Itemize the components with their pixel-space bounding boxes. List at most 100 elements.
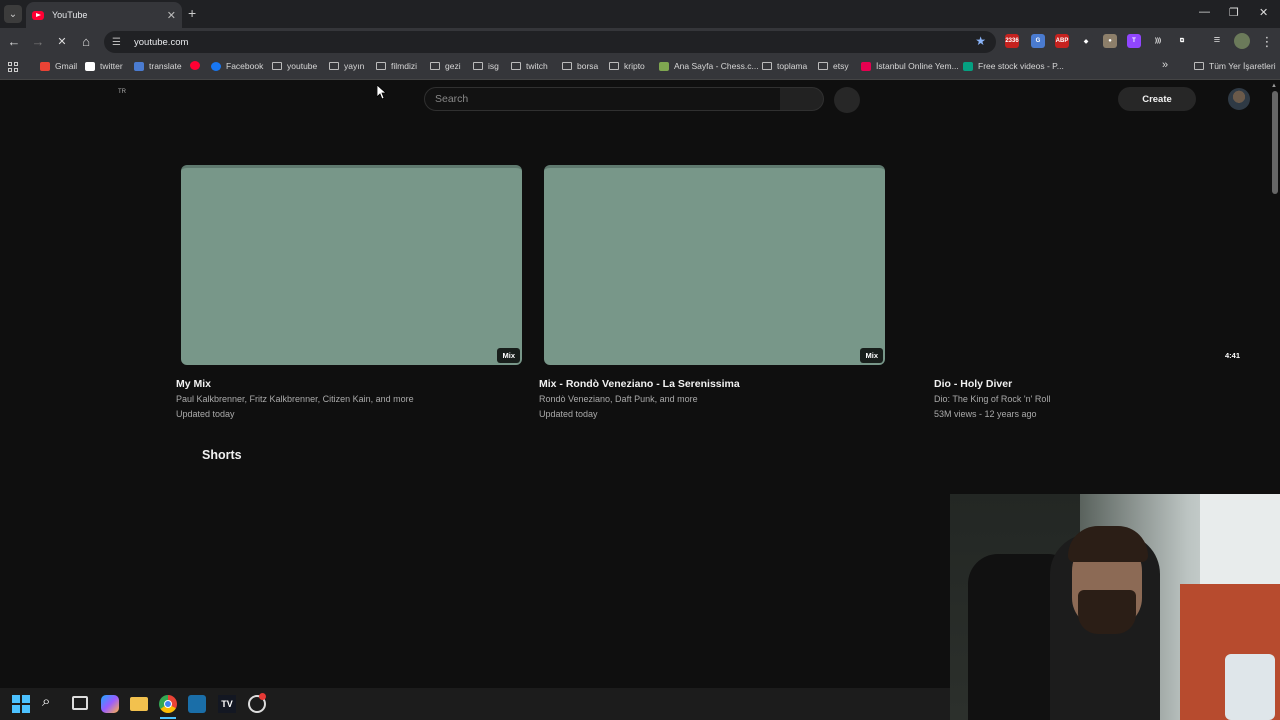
country-code: TR	[118, 89, 126, 95]
bookmark-label: İstanbul Online Yem...	[876, 61, 959, 71]
bookmark-label: youtube	[287, 61, 318, 71]
bookmark-translate[interactable]: translate	[134, 61, 182, 71]
bookmark-gezi[interactable]: gezi	[430, 61, 461, 71]
bookmark-yayın[interactable]: yayın	[329, 61, 364, 71]
video-meta: 53M views - 12 years ago	[934, 409, 1037, 419]
video-thumbnail[interactable]: Mix	[544, 165, 885, 365]
video-meta: Updated today	[539, 409, 598, 419]
bookmark-twitter[interactable]: twitter	[85, 61, 123, 71]
search-placeholder: Search	[435, 93, 469, 105]
forward-icon[interactable]: →	[30, 34, 46, 49]
bookmark-youtube[interactable]	[190, 61, 205, 70]
back-icon[interactable]: ←	[6, 34, 22, 49]
profile-avatar-icon[interactable]	[1234, 33, 1250, 49]
browser-toolbar: ← → ✕ ⌂ ☰ youtube.com ★ 2336 G ABP ◆ ● T))) ⧉ …	[0, 28, 1280, 56]
minimize-button[interactable]: —	[1199, 6, 1210, 18]
bookmark-toplama[interactable]: toplama	[762, 61, 807, 71]
bookmark-etsy[interactable]: etsy	[818, 61, 849, 71]
taskbar-search-icon[interactable]: ⌕	[42, 693, 60, 711]
site-info-icon[interactable]: ☰	[112, 37, 124, 48]
video-card[interactable]: Mix	[544, 165, 885, 365]
tradingview-icon[interactable]: TV	[218, 695, 236, 713]
all-bookmarks-button[interactable]: Tüm Yer İşaretleri	[1194, 61, 1276, 71]
chrome-taskbar-icon[interactable]	[159, 695, 177, 713]
ext-wave-icon[interactable]: )))	[1151, 34, 1165, 48]
search-input[interactable]: Search	[424, 87, 781, 111]
apps-grid-icon[interactable]	[8, 62, 18, 72]
create-button[interactable]: Create	[1118, 87, 1196, 111]
video-title[interactable]: My Mix	[176, 378, 211, 390]
stop-loading-icon[interactable]: ✕	[54, 35, 70, 48]
folder-icon	[272, 62, 282, 70]
ext-circle-icon[interactable]: ●	[1103, 34, 1117, 48]
ext-diamond-icon[interactable]: ◆	[1079, 34, 1093, 48]
ext-badge-icon[interactable]: 2336	[1005, 34, 1019, 48]
bookmark-label: translate	[149, 61, 182, 71]
video-thumbnail[interactable]: Mix	[181, 165, 522, 365]
ext-translate-icon[interactable]: G	[1031, 34, 1045, 48]
search-button[interactable]	[780, 87, 824, 111]
bookmark-twitch[interactable]: twitch	[511, 61, 548, 71]
window-close-button[interactable]: ✕	[1259, 6, 1268, 19]
bookmark-borsa[interactable]: borsa	[562, 61, 598, 71]
shorts-heading: Shorts	[202, 448, 242, 462]
bookmark-facebook[interactable]: Facebook	[211, 61, 263, 71]
folder-icon	[329, 62, 339, 70]
media-control-icon[interactable]: ≡	[1209, 34, 1225, 46]
address-bar[interactable]: ☰ youtube.com ★	[104, 31, 996, 53]
video-title[interactable]: Dio - Holy Diver	[934, 378, 1012, 390]
bookmark-label: Free stock videos - P...	[978, 61, 1064, 71]
bookmark-gmail[interactable]: Gmail	[40, 61, 77, 71]
gmail-icon	[40, 61, 50, 71]
translate-icon	[134, 61, 144, 71]
chrome-menu-icon[interactable]: ⋮	[1259, 34, 1275, 50]
mix-badge: Mix	[860, 348, 883, 363]
bookmark-star-icon[interactable]: ★	[975, 34, 986, 48]
video-card[interactable]: 4:41	[906, 165, 1247, 365]
user-avatar[interactable]	[1228, 88, 1250, 110]
windows-start-icon[interactable]	[12, 695, 30, 713]
tab-search-button[interactable]: ⌄	[4, 5, 22, 23]
bookmark-label: filmdizi	[391, 61, 417, 71]
app-icon[interactable]	[188, 695, 206, 713]
webcam-overlay	[950, 494, 1280, 720]
bookmark-label: gezi	[445, 61, 461, 71]
tab-title: YouTube	[52, 10, 88, 20]
bookmark-youtube[interactable]: youtube	[272, 61, 317, 71]
scrollbar-thumb[interactable]	[1272, 91, 1278, 194]
video-card[interactable]: Mix	[181, 165, 522, 365]
recorder-icon[interactable]	[248, 693, 266, 713]
youtube-icon	[190, 61, 200, 70]
task-view-icon[interactable]	[72, 696, 88, 710]
bookmarks-overflow-icon[interactable]: »	[1162, 59, 1168, 71]
video-channel: Rondò Veneziano, Daft Punk, and more	[539, 394, 698, 404]
tab-youtube[interactable]: YouTube ✕	[26, 2, 182, 28]
bookmark-isg[interactable]: isg	[473, 61, 499, 71]
yemek-icon	[861, 61, 871, 71]
ext-puzzle-icon[interactable]: ⧉	[1175, 34, 1189, 48]
ext-twitch-icon[interactable]: T	[1127, 34, 1141, 48]
copilot-icon[interactable]	[101, 695, 119, 713]
bookmark-label: kripto	[624, 61, 645, 71]
bookmark-label: twitch	[526, 61, 548, 71]
tab-close-icon[interactable]: ✕	[167, 9, 176, 22]
facebook-icon	[211, 61, 221, 71]
scroll-up-icon[interactable]: ▲	[1271, 83, 1277, 89]
ext-abp-icon[interactable]: ABP	[1055, 34, 1069, 48]
folder-icon	[473, 62, 483, 70]
file-explorer-icon[interactable]	[130, 697, 148, 711]
home-icon[interactable]: ⌂	[78, 34, 94, 49]
bookmark-free-stock-videos-p[interactable]: Free stock videos - P...	[963, 61, 1064, 71]
bookmark-filmdizi[interactable]: filmdizi	[376, 61, 417, 71]
bookmark-kripto[interactable]: kripto	[609, 61, 645, 71]
browser-tab-strip: ⌄ YouTube ✕ + — ❐ ✕	[0, 0, 1280, 28]
restore-button[interactable]: ❐	[1229, 6, 1239, 19]
video-title[interactable]: Mix - Rondò Veneziano - La Serenissima	[539, 378, 740, 390]
url-text: youtube.com	[134, 36, 189, 48]
bookmark-i-stanbul-online-yem[interactable]: İstanbul Online Yem...	[861, 61, 959, 71]
voice-search-button[interactable]	[834, 87, 860, 113]
windows-taskbar: ⌕ TV	[0, 688, 950, 720]
new-tab-button[interactable]: +	[188, 5, 196, 21]
bookmark-ana-sayfa-chess-c[interactable]: Ana Sayfa - Chess.c...	[659, 61, 759, 71]
bookmark-label: borsa	[577, 61, 599, 71]
